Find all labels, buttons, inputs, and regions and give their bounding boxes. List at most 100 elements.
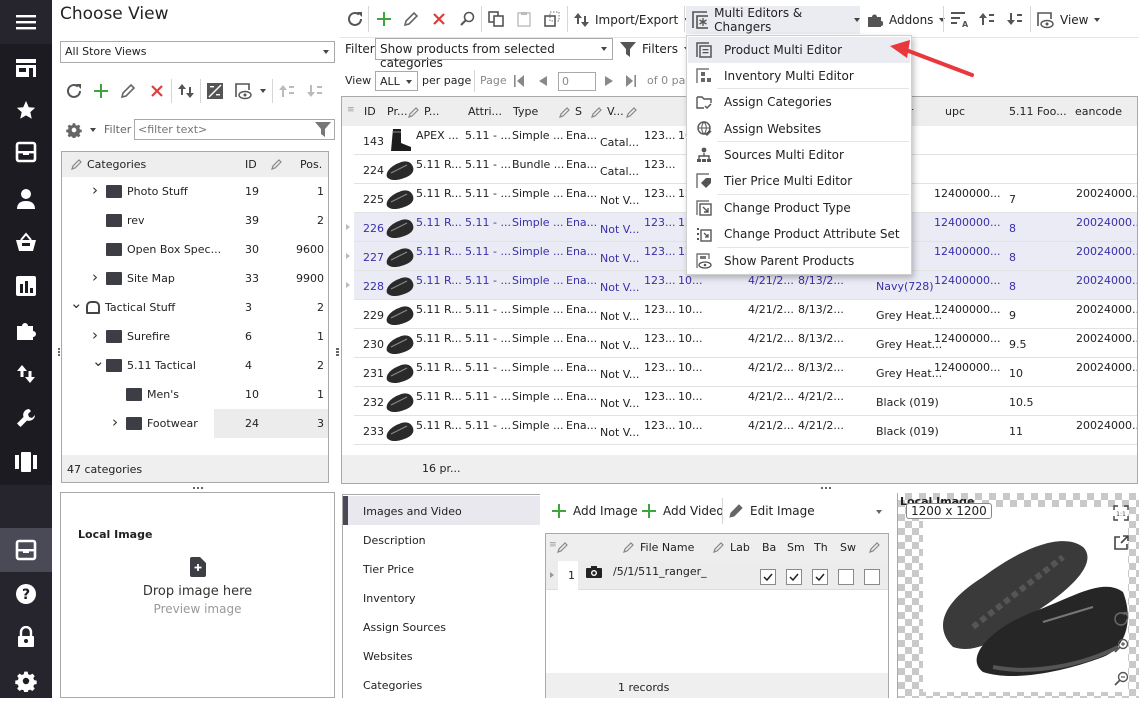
view-button[interactable]: View [1036,10,1101,30]
add-image-button[interactable]: Add Image [551,502,638,520]
row-expand-icon[interactable] [550,572,554,578]
tree-header-id[interactable]: ID [245,158,257,171]
header-file-name[interactable]: File Name [640,541,694,554]
tab-inventory[interactable]: Inventory [343,583,540,612]
image-edit-button[interactable] [205,81,225,101]
product-row[interactable]: 228 5.11 R... 5.11 - ... Simple ... Ena... No… [346,271,1137,300]
checkbox-base[interactable] [760,569,776,585]
chevron-down-icon[interactable] [876,510,882,514]
move-down-button[interactable] [1005,9,1025,29]
edit-image-button[interactable]: Edit Image [728,502,815,520]
move-down-button[interactable] [305,81,325,101]
nav-customers[interactable] [0,179,52,219]
tab-websites[interactable]: Websites [343,641,540,670]
row-expand-icon[interactable] [346,253,350,259]
expand-chevron-icon[interactable]: › [112,413,118,431]
view-options-button[interactable] [233,81,253,101]
nav-inbox[interactable] [0,132,52,172]
actual-size-button[interactable]: 1:1 [1113,505,1129,521]
nav-help[interactable]: ? [0,574,52,614]
multi-editors-button[interactable]: Multi Editors & Changers [686,6,860,34]
store-view-select[interactable]: All Store Views [60,41,335,63]
zoom-out-button[interactable] [1113,671,1129,687]
chevron-down-icon[interactable] [90,128,96,132]
prev-page-button[interactable] [539,76,547,86]
menu-item-inventory-multi-editor[interactable]: Inventory Multi Editor [688,63,910,89]
zoom-in-button[interactable] [1113,638,1129,654]
duplicate-button[interactable] [486,9,506,29]
tree-settings-button[interactable] [64,120,84,140]
header-thumb[interactable]: Th [814,541,828,554]
menu-item-change-product-attribute-set[interactable]: Change Product Attribute Set [688,221,910,247]
rotate-button[interactable] [1113,611,1129,627]
tree-row[interactable]: Open Box Spec... 30 9600 [62,235,328,264]
expand-chevron-icon[interactable]: › [92,268,98,286]
chevron-down-icon[interactable] [260,89,266,93]
column-chooser-icon[interactable]: ≡ [549,540,557,550]
nav-layout[interactable] [0,442,52,482]
product-row[interactable]: 231 5.11 R... 5.11 - ... Simple ... Ena... No… [354,358,1137,387]
last-page-button[interactable] [626,75,636,87]
tree-row[interactable]: ⌄ Tactical Stuff 3 2 [62,293,328,322]
nav-import-export[interactable] [0,354,52,394]
search-button[interactable] [457,9,477,29]
add-product-button[interactable] [374,9,394,29]
page-number-input[interactable] [558,72,596,91]
tab-description[interactable]: Description [343,525,540,554]
tab-images-and-video[interactable]: Images and Video [343,496,540,525]
nav-favorites[interactable] [0,90,52,130]
delete-product-button[interactable] [429,9,449,29]
edit-category-button[interactable] [118,81,138,101]
product-row[interactable]: 233 5.11 R... 5.11 - ... Simple ... Ena... No… [354,416,1137,445]
expand-chevron-icon[interactable]: › [92,326,98,344]
filter-funnel-button[interactable] [315,122,331,137]
tree-row[interactable]: ⌄ 5.11 Tactical 4 2 [62,351,328,380]
tree-row[interactable]: rev 39 2 [62,206,328,235]
menu-button[interactable] [0,0,52,44]
collapse-chevron-icon[interactable]: ⌄ [70,294,83,312]
edit-product-button[interactable] [401,9,421,29]
tab-assign-sources[interactable]: Assign Sources [343,612,540,641]
menu-item-sources-multi-editor[interactable]: Sources Multi Editor [688,142,910,168]
tree-header-categories[interactable]: Categories [87,158,146,171]
tree-row[interactable]: Men's 10 1 [62,380,328,409]
grid-column-header[interactable]: 5.11 Foo... [1009,105,1067,118]
move-category-button[interactable] [176,81,196,101]
column-chooser-icon[interactable]: ≡ [347,105,355,115]
grid-column-header[interactable]: P... [424,105,439,118]
grid-column-header[interactable]: upc [945,105,965,118]
add-category-button[interactable] [91,81,111,101]
nav-extensions[interactable] [0,310,52,350]
nav-store[interactable] [0,48,52,88]
local-image-dropzone[interactable]: Local Image Drop image here Preview imag… [60,492,335,698]
grid-column-header[interactable]: V... [607,105,624,118]
grid-column-header[interactable]: S [575,105,582,118]
refresh-button[interactable] [345,9,365,29]
header-label[interactable]: Lab [730,541,750,554]
splitter-handle[interactable] [58,348,60,356]
product-filter-select[interactable]: Show products from selected categories [375,38,613,70]
nav-reports[interactable] [0,266,52,306]
move-up-button[interactable] [277,81,297,101]
per-page-select[interactable]: ALL [375,71,418,91]
open-external-button[interactable] [1113,535,1129,551]
tree-row[interactable]: › Site Map 33 9900 [62,264,328,293]
menu-item-tier-price-multi-editor[interactable]: Tier Price Multi Editor [688,168,910,194]
menu-item-assign-categories[interactable]: Assign Categories [688,89,910,115]
grid-column-header[interactable]: eancode [1075,105,1122,118]
addons-button[interactable]: Addons [867,10,946,30]
product-row[interactable]: 229 5.11 R... 5.11 - ... Simple ... Ena... No… [354,300,1137,329]
filters-button[interactable]: Filters [620,40,690,58]
tab-tier-price[interactable]: Tier Price [343,554,540,583]
move-up-button[interactable] [977,9,997,29]
checkbox-small[interactable] [786,569,802,585]
tree-row[interactable]: › Footwear 24 3 [62,409,328,438]
nav-tools[interactable] [0,398,52,438]
menu-item-product-multi-editor[interactable]: Product Multi Editor [688,37,910,63]
tree-row[interactable]: › Surefire 6 1 [62,322,328,351]
splitter-handle[interactable] [193,487,203,489]
product-row[interactable]: 232 5.11 R... 5.11 - ... Simple ... Ena... No… [354,387,1137,416]
refresh-button[interactable] [64,81,84,101]
row-expand-icon[interactable] [346,224,350,230]
tree-header-pos[interactable]: Pos. [300,158,322,171]
